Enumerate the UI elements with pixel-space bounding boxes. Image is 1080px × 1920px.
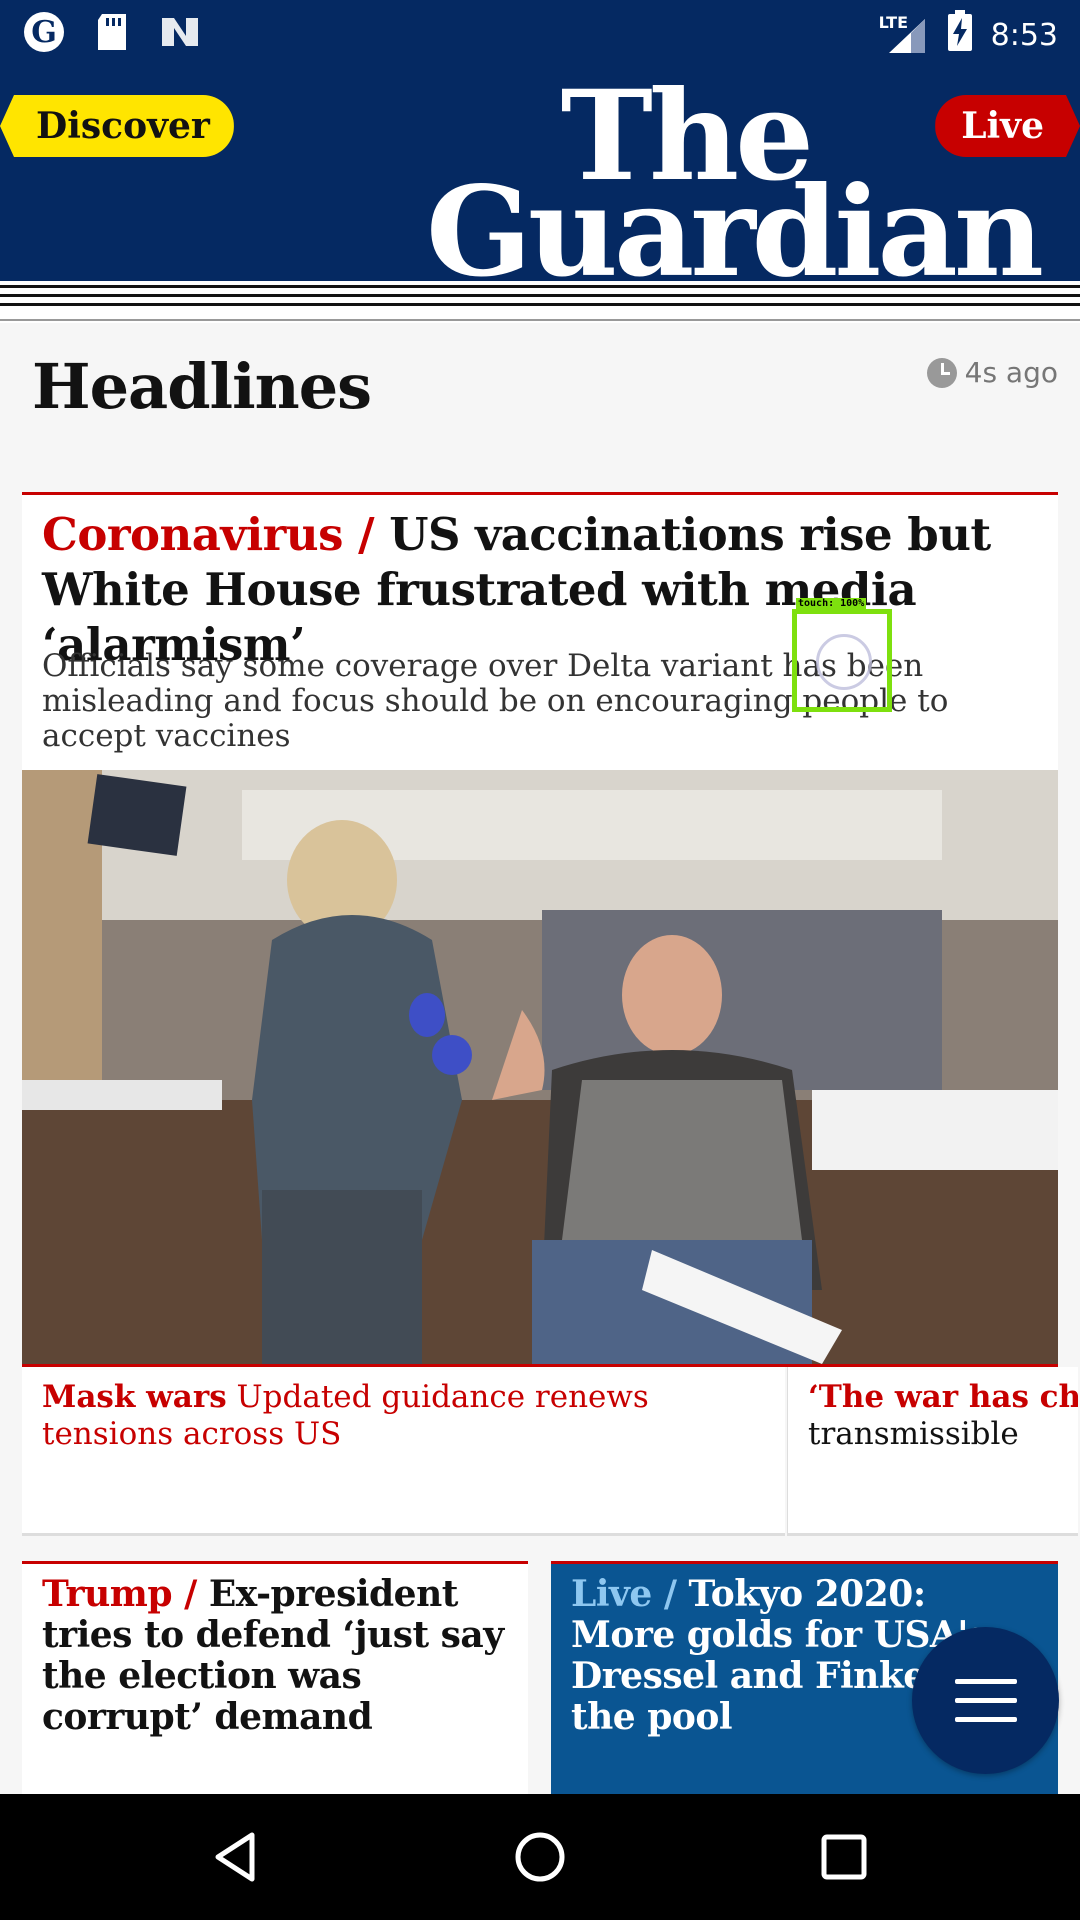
sublink-mask-wars[interactable]: Mask wars Updated guidance renews tensio… bbox=[22, 1367, 785, 1536]
header-rules bbox=[0, 281, 1080, 323]
recents-icon bbox=[821, 1834, 867, 1880]
section-title: Headlines bbox=[32, 350, 372, 423]
sd-card-icon bbox=[90, 10, 134, 54]
sublink-war[interactable]: ‘The war has chan transmissible bbox=[787, 1367, 1078, 1536]
trump-story-headline: Trump / Ex-president tries to defend ‘ju… bbox=[42, 1574, 512, 1738]
menu-button[interactable] bbox=[912, 1627, 1059, 1774]
logo-line-2: Guardian bbox=[425, 160, 1044, 305]
sublink-text: Mask wars Updated guidance renews tensio… bbox=[42, 1379, 785, 1453]
guardian-logo: The Guardian bbox=[425, 67, 1044, 305]
touch-indicator-label: touch: 100% bbox=[796, 598, 867, 609]
back-icon bbox=[215, 1832, 255, 1882]
menu-icon bbox=[954, 1679, 1017, 1684]
back-button[interactable] bbox=[208, 1829, 264, 1885]
touch-indicator-circle bbox=[816, 634, 872, 690]
sublink-kicker: ‘The war has chan bbox=[808, 1379, 1078, 1415]
n-app-icon bbox=[158, 10, 202, 54]
sublink-kicker: Mask wars bbox=[42, 1379, 227, 1415]
main-story-image[interactable] bbox=[22, 770, 1058, 1364]
sublink-title: transmissible bbox=[808, 1416, 1019, 1452]
trump-story-card[interactable]: Trump / Ex-president tries to defend ‘ju… bbox=[22, 1561, 528, 1798]
system-nav-bar bbox=[0, 1794, 1080, 1920]
home-button[interactable] bbox=[512, 1829, 568, 1885]
trump-story-kicker: Trump / bbox=[42, 1573, 197, 1615]
live-button[interactable]: Live bbox=[935, 95, 1080, 157]
guardian-g-icon: G bbox=[22, 10, 66, 54]
last-updated-text: 4s ago bbox=[964, 356, 1058, 389]
menu-icon-bar bbox=[954, 1717, 1017, 1722]
sublinks-row: Mask wars Updated guidance renews tensio… bbox=[22, 1364, 1080, 1536]
main-story-kicker: Coronavirus / bbox=[42, 508, 375, 561]
recents-button[interactable] bbox=[816, 1829, 872, 1885]
status-bar: G LTE 8:53 bbox=[0, 0, 1080, 63]
main-story-card[interactable]: Coronavirus / US vaccinations rise but W… bbox=[22, 492, 1058, 773]
last-updated: 4s ago bbox=[926, 356, 1058, 389]
lte-signal-icon: LTE bbox=[879, 13, 929, 55]
svg-text:G: G bbox=[31, 15, 57, 50]
menu-icon-bar bbox=[954, 1698, 1017, 1703]
discover-button[interactable]: Discover bbox=[0, 95, 234, 157]
clock-time: 8:53 bbox=[990, 17, 1058, 53]
live-story-kicker: Live / bbox=[571, 1573, 677, 1615]
app-header: Discover The Guardian Live bbox=[0, 63, 1080, 305]
clock-icon bbox=[926, 357, 957, 388]
sublink-text: ‘The war has chan transmissible bbox=[808, 1379, 1078, 1453]
home-icon bbox=[515, 1832, 565, 1882]
battery-charging-icon bbox=[947, 10, 973, 60]
